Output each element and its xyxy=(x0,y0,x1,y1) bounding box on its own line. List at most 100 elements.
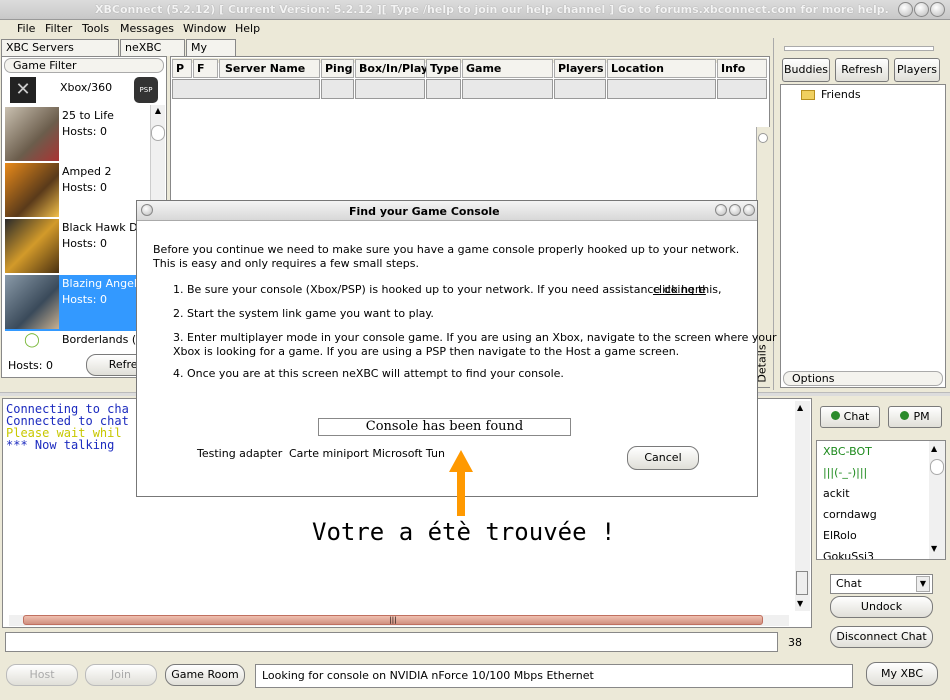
col-ping[interactable]: Ping xyxy=(321,59,354,78)
my-xbc-label: My XBC xyxy=(880,667,924,680)
dialog-menu-icon[interactable] xyxy=(141,204,153,216)
game-hosts: Hosts: 0 xyxy=(62,181,107,194)
chevron-down-icon[interactable]: ▼ xyxy=(916,576,930,592)
game-room-button[interactable]: Game Room xyxy=(165,664,245,686)
dialog-step-4: 4. Once you are at this screen neXBC wil… xyxy=(173,367,564,380)
details-strip[interactable]: Details xyxy=(756,127,770,387)
console-label: Xbox/360 xyxy=(60,81,113,94)
dialog-intro-2: This is easy and only requires a few sma… xyxy=(153,257,419,270)
col-players[interactable]: Players xyxy=(554,59,606,78)
table-row-cell[interactable] xyxy=(607,79,716,99)
chat-user[interactable]: GokuSsi3 xyxy=(817,546,945,559)
user-list-scrollbar[interactable]: ▲ ▼ xyxy=(929,441,945,559)
menu-help[interactable]: Help xyxy=(235,22,260,35)
dialog-minimize-button[interactable] xyxy=(715,204,727,216)
menu-messages[interactable]: Messages xyxy=(120,22,174,35)
table-row-cell[interactable] xyxy=(462,79,553,99)
undock-button[interactable]: Undock xyxy=(830,596,933,618)
dialog-maximize-button[interactable] xyxy=(729,204,741,216)
buddies-tree: Friends Options xyxy=(780,84,946,388)
console-scrollbar[interactable]: ▲ ▼ xyxy=(795,401,810,611)
chat-user[interactable]: corndawg xyxy=(817,504,945,525)
col-type[interactable]: Type xyxy=(426,59,461,78)
dialog-step-1: 1. Be sure your console (Xbox/PSP) is ho… xyxy=(173,283,722,296)
xbox-icon[interactable]: ✕ xyxy=(10,77,36,103)
scroll-down-icon[interactable]: ▼ xyxy=(797,599,803,608)
console-found-field: Console has been found xyxy=(318,418,571,436)
console-line-text: *** Now talking xyxy=(6,438,115,452)
console-line: *** Now talking xyxy=(6,439,114,451)
host-button[interactable]: Host xyxy=(6,664,78,686)
chat-input[interactable] xyxy=(5,632,778,652)
buddies-button[interactable]: Buddies xyxy=(782,58,830,82)
tree-item-friends[interactable]: Friends xyxy=(821,88,861,101)
psp-icon[interactable]: PSP xyxy=(134,77,158,103)
tab-nexbc-lan[interactable]: neXBC Lan xyxy=(120,39,185,67)
dialog-intro-1: Before you continue we need to make sure… xyxy=(153,243,740,256)
cancel-button[interactable]: Cancel xyxy=(627,446,699,470)
col-server-name[interactable]: Server Name xyxy=(219,59,320,78)
table-row-cell[interactable] xyxy=(321,79,354,99)
pm-tab-button[interactable]: PM xyxy=(888,406,942,428)
table-row-cell[interactable] xyxy=(172,79,320,99)
scroll-up-icon[interactable]: ▲ xyxy=(152,106,164,119)
scroll-thumb[interactable] xyxy=(796,571,808,595)
game-thumbnail xyxy=(5,163,59,217)
dialog-step-2: 2. Start the system link game you want t… xyxy=(173,307,434,320)
scroll-thumb[interactable] xyxy=(151,125,165,141)
hscroll-thumb[interactable]: ||| xyxy=(23,615,763,625)
scroll-up-icon[interactable]: ▲ xyxy=(931,443,943,455)
maximize-button[interactable] xyxy=(914,2,929,17)
details-toggle-icon[interactable] xyxy=(758,133,768,143)
game-item-25-to-life[interactable]: 25 to Life Hosts: 0 xyxy=(5,107,165,163)
table-row-cell[interactable] xyxy=(426,79,461,99)
options-header[interactable]: Options xyxy=(783,371,943,386)
console-found-text: Console has been found xyxy=(365,419,524,434)
menu-filter[interactable]: Filter xyxy=(45,22,72,35)
scroll-down-icon[interactable]: ▼ xyxy=(931,543,943,555)
dialog-close-button[interactable] xyxy=(743,204,755,216)
chat-user[interactable]: |||(-_-)||| xyxy=(817,462,945,483)
table-row-cell[interactable] xyxy=(717,79,767,99)
players-button[interactable]: Players xyxy=(894,58,940,82)
menu-tools[interactable]: Tools xyxy=(82,22,109,35)
scroll-thumb[interactable] xyxy=(930,459,944,475)
table-row-cell[interactable] xyxy=(554,79,606,99)
chat-mode-value: Chat xyxy=(836,577,862,590)
menu-window[interactable]: Window xyxy=(183,22,226,35)
col-f[interactable]: F xyxy=(193,59,218,78)
dialog-title: Find your Game Console xyxy=(349,205,500,218)
scroll-up-icon[interactable]: ▲ xyxy=(797,403,803,412)
disconnect-chat-label: Disconnect Chat xyxy=(836,630,927,643)
col-location[interactable]: Location xyxy=(607,59,716,78)
col-info[interactable]: Info xyxy=(717,59,767,78)
col-game[interactable]: Game xyxy=(462,59,553,78)
disconnect-chat-button[interactable]: Disconnect Chat xyxy=(830,626,933,648)
chat-tab-button[interactable]: Chat xyxy=(820,406,880,428)
annotation-text: Votre a étè trouvée ! xyxy=(312,518,616,546)
options-label: Options xyxy=(792,372,835,385)
chat-user[interactable]: XBC-BOT xyxy=(817,441,945,462)
close-button[interactable] xyxy=(930,2,945,17)
col-box-in-play[interactable]: Box/In/Play xyxy=(355,59,428,78)
chat-user[interactable]: ElRolo xyxy=(817,525,945,546)
game-hosts: Hosts: 0 xyxy=(62,125,107,138)
table-row-cell[interactable] xyxy=(355,79,425,99)
join-button[interactable]: Join xyxy=(85,664,157,686)
tab-my-xbc[interactable]: My XBC xyxy=(186,39,236,67)
chat-mode-select[interactable]: Chat ▼ xyxy=(830,574,933,594)
game-room-label: Game Room xyxy=(171,668,239,681)
menu-file[interactable]: File xyxy=(17,22,35,35)
orange-arrow-icon xyxy=(449,450,473,516)
help-link[interactable]: click here xyxy=(653,283,706,296)
tab-xbc-servers[interactable]: XBC Servers (classic) xyxy=(1,39,119,67)
minimize-button[interactable] xyxy=(898,2,913,17)
console-hscrollbar[interactable]: ||| xyxy=(9,615,789,626)
col-p[interactable]: P xyxy=(172,59,192,78)
game-filter-label: Game Filter xyxy=(13,59,77,72)
refresh-button[interactable]: Refresh xyxy=(835,58,889,82)
game-filter-header[interactable]: Game Filter xyxy=(4,58,164,73)
chat-user[interactable]: ackit xyxy=(817,483,945,504)
my-xbc-button[interactable]: My XBC xyxy=(866,662,938,686)
game-name: Blazing Angels xyxy=(62,277,143,290)
